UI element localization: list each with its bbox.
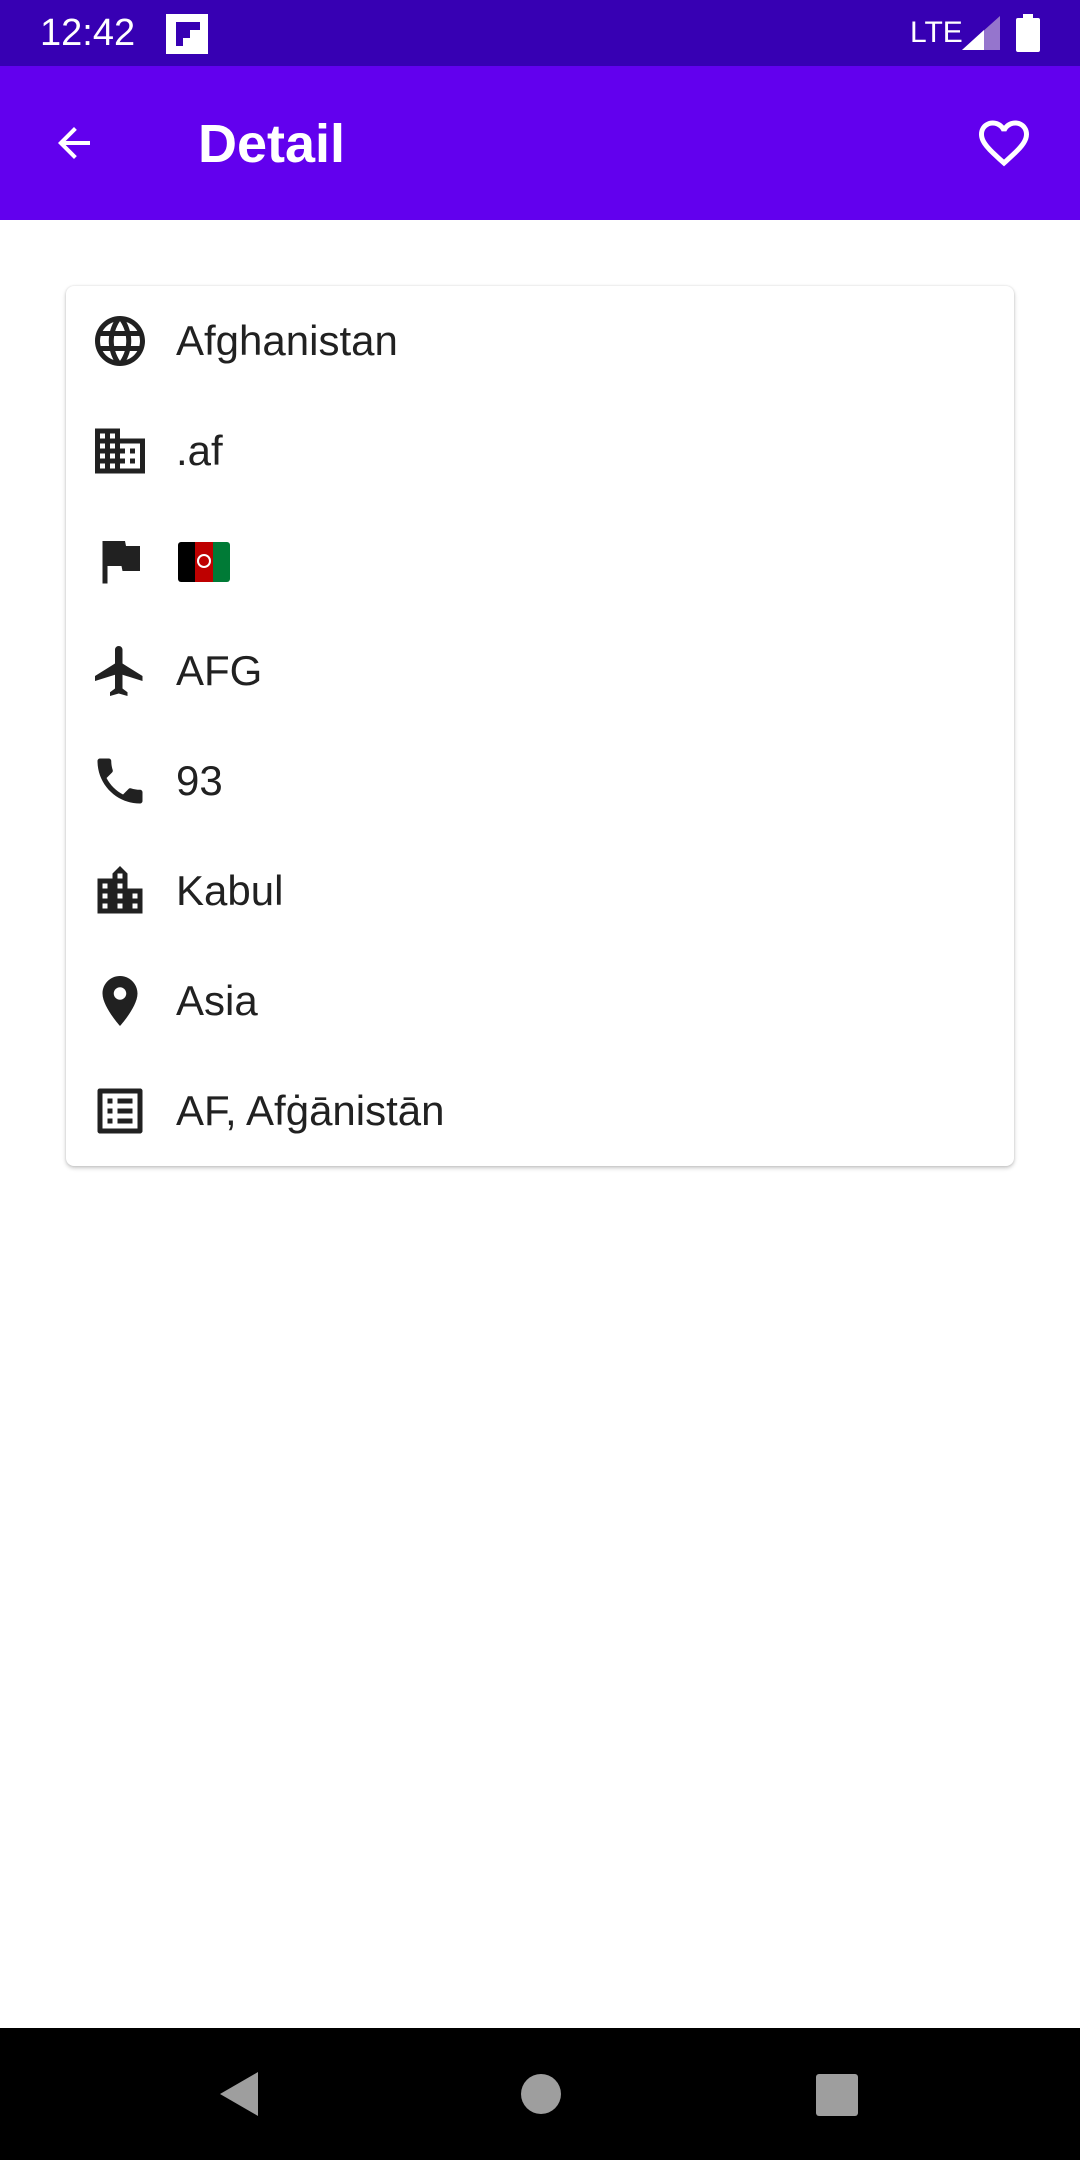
country-detail-card: Afghanistan .af AFG 93 Kabul Asia AF, Af… <box>66 286 1014 1166</box>
country-code: AFG <box>176 647 263 694</box>
status-bar: 12:42 LTE <box>0 0 1080 66</box>
detail-row-alt-spellings: AF, Afġānistān <box>66 1056 1014 1166</box>
detail-row-code: AFG <box>66 616 1014 726</box>
back-button[interactable] <box>40 109 108 177</box>
flag-emoji <box>178 542 230 582</box>
city-icon <box>97 866 143 914</box>
system-nav-bar <box>0 2028 1080 2160</box>
region: Asia <box>176 977 258 1024</box>
detail-row-region: Asia <box>66 946 1014 1056</box>
detail-row-tld: .af <box>66 396 1014 506</box>
detail-row-capital: Kabul <box>66 836 1014 946</box>
calling-code: 93 <box>176 757 223 804</box>
capital: Kabul <box>176 867 284 914</box>
battery-icon <box>1016 14 1040 52</box>
domain-icon <box>95 428 145 474</box>
favorite-button[interactable] <box>970 109 1038 177</box>
detail-row-name: Afghanistan <box>66 286 1014 396</box>
network-type: LTE <box>910 16 963 49</box>
airplane-icon <box>95 646 143 696</box>
flipboard-icon <box>166 14 208 54</box>
flag-icon <box>102 541 140 584</box>
top-level-domain: .af <box>176 427 223 474</box>
nav-recents-icon[interactable] <box>816 2074 858 2116</box>
app-bar: Detail <box>0 66 1080 220</box>
heart-outline-icon <box>979 120 1029 167</box>
detail-row-flag <box>66 506 1014 616</box>
signal-icon <box>962 16 1000 50</box>
phone-icon <box>97 758 143 804</box>
alt-spellings: AF, Afġānistān <box>176 1087 445 1134</box>
country-name: Afghanistan <box>176 317 398 364</box>
list-icon <box>97 1088 143 1134</box>
location-pin-icon <box>102 976 138 1026</box>
globe-icon <box>95 316 145 366</box>
page-title: Detail <box>198 114 346 174</box>
detail-row-calling-code: 93 <box>66 726 1014 836</box>
nav-home-icon[interactable] <box>521 2074 561 2114</box>
nav-back-icon[interactable] <box>214 2070 266 2118</box>
arrow-back-icon <box>58 127 90 159</box>
status-time: 12:42 <box>40 12 136 54</box>
